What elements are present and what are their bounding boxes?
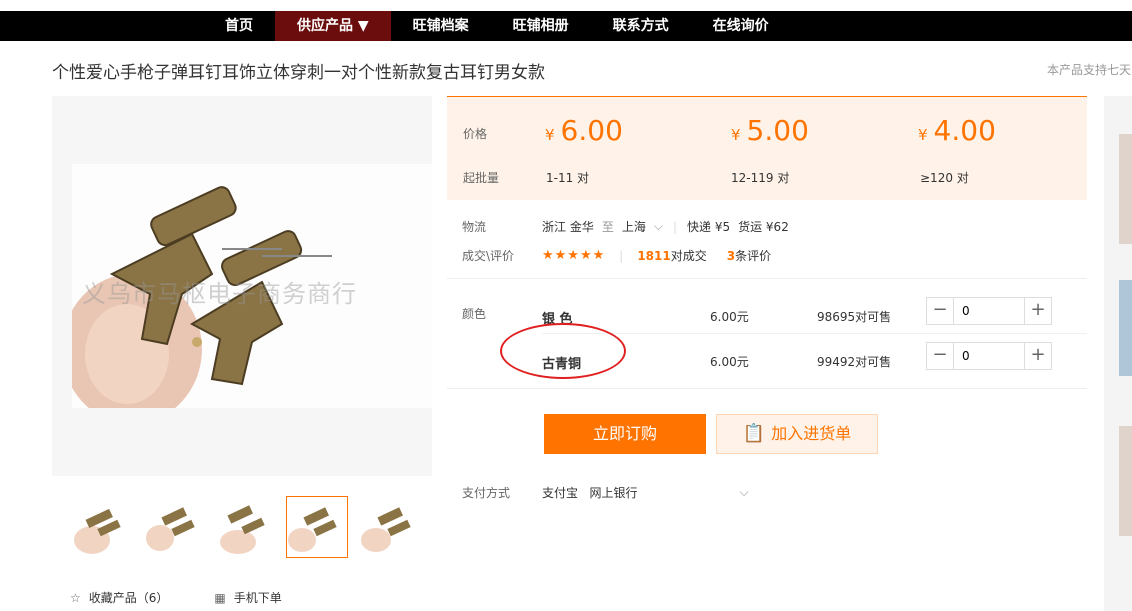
express-fee: 快递 ¥5: [687, 220, 731, 234]
review-suffix: 条评价: [735, 249, 772, 263]
color-label: 颜色: [462, 307, 487, 321]
ship-to[interactable]: 上海: [622, 218, 646, 235]
qty-tier-3: ≥120 对: [920, 171, 969, 185]
qty-tier-1: 1-11 对: [546, 171, 590, 185]
price-tier-2: ¥5.00: [731, 114, 809, 147]
nav-album[interactable]: 旺铺相册: [491, 11, 591, 41]
clipboard-icon: 📋: [742, 423, 766, 444]
payment-methods: 支付宝 网上银行: [542, 486, 638, 500]
product-gallery: 义乌市马枢电子商务商行: [52, 96, 432, 476]
logistics-label: 物流: [462, 220, 487, 234]
nav-home[interactable]: 首页: [203, 11, 275, 41]
product-title: 个性爱心手枪子弹耳钉耳饰立体穿刺一对个性新款复古耳钉男女款: [52, 63, 545, 83]
annotation-circle: [500, 323, 626, 379]
thumbnail-strip: [70, 496, 420, 558]
nav-contact[interactable]: 联系方式: [591, 11, 691, 41]
thumbnail-selected[interactable]: [286, 496, 348, 558]
ship-from: 浙江 金华: [542, 220, 594, 234]
chevron-down-icon[interactable]: ⌵: [654, 219, 663, 234]
chevron-down-icon[interactable]: ⌵: [739, 485, 748, 500]
sku-price: 6.00元: [710, 355, 749, 369]
related-thumb[interactable]: [1119, 426, 1132, 536]
deals-label: 成交\评价: [462, 249, 515, 263]
review-count[interactable]: 3: [727, 249, 735, 263]
price-box: 价格 起批量 ¥6.00 ¥5.00 ¥4.00 1-11 对 12-119 对…: [447, 96, 1087, 200]
sku-stock: 98695对可售: [817, 310, 892, 324]
buy-now-button[interactable]: 立即订购: [544, 414, 706, 454]
plus-button[interactable]: +: [1025, 298, 1051, 324]
thumbnail[interactable]: [70, 496, 132, 558]
min-qty-label: 起批量: [463, 171, 500, 185]
deals-row: 成交\评价 ★★★★★ | 1811 对成交 3 条评价: [462, 247, 771, 264]
favorite-bar: ☆ 收藏产品（6） ▦ 手机下单: [70, 589, 282, 606]
nav-inquiry[interactable]: 在线询价: [691, 11, 791, 41]
add-to-cart-button[interactable]: 📋 加入进货单: [716, 414, 878, 454]
sku-price: 6.00元: [710, 310, 749, 324]
nav-profile[interactable]: 旺铺档案: [391, 11, 491, 41]
rating-stars: ★★★★★: [542, 248, 606, 263]
thumbnail[interactable]: [142, 496, 204, 558]
mobile-order-link[interactable]: ▦ 手机下单: [214, 589, 281, 606]
top-nav-bar: 首页 供应产品 ▼ 旺铺档案 旺铺相册 联系方式 在线询价: [0, 11, 1132, 41]
deal-suffix: 对成交: [670, 249, 707, 263]
qty-tier-2: 12-119 对: [731, 171, 790, 185]
price-tier-3: ¥4.00: [918, 114, 996, 147]
price-tier-1: ¥6.00: [545, 114, 623, 147]
to-word: 至: [601, 220, 614, 234]
deal-count[interactable]: 1811: [637, 249, 670, 263]
nav-menu: 首页 供应产品 ▼ 旺铺档案 旺铺相册 联系方式 在线询价: [203, 11, 791, 41]
divider: |: [619, 248, 624, 263]
divider-line: [447, 278, 1087, 279]
related-products-strip: [1104, 96, 1132, 611]
minus-button[interactable]: −: [927, 298, 953, 324]
thumbnail[interactable]: [358, 496, 420, 558]
quantity-input[interactable]: [953, 343, 1025, 369]
star-outline-icon: ☆: [70, 591, 81, 605]
quantity-stepper: − +: [926, 342, 1052, 370]
quantity-stepper: − +: [926, 297, 1052, 325]
logistics-row: 物流 浙江 金华 至 上海 ⌵ | 快递 ¥5 货运 ¥62: [462, 218, 789, 235]
freight-fee: 货运 ¥62: [738, 220, 789, 234]
related-thumb[interactable]: [1119, 134, 1132, 244]
qrcode-icon: ▦: [214, 591, 226, 605]
price-label: 价格: [463, 127, 488, 141]
support-note: 本产品支持七天: [1047, 63, 1132, 77]
quantity-input[interactable]: [953, 298, 1025, 324]
payment-label: 支付方式: [462, 486, 511, 500]
main-product-image[interactable]: 义乌市马枢电子商务商行: [72, 164, 432, 408]
related-thumb[interactable]: [1119, 280, 1132, 376]
divider: |: [672, 219, 678, 234]
divider-line: [447, 388, 1087, 389]
nav-products[interactable]: 供应产品 ▼: [275, 11, 391, 41]
sku-divider: [542, 333, 1087, 334]
thumbnail[interactable]: [214, 496, 276, 558]
minus-button[interactable]: −: [927, 343, 953, 369]
payment-row: 支付方式 支付宝 网上银行 ⌵: [462, 484, 749, 501]
collect-product-link[interactable]: ☆ 收藏产品（6）: [70, 589, 168, 606]
plus-button[interactable]: +: [1025, 343, 1051, 369]
sku-stock: 99492对可售: [817, 355, 892, 369]
watermark-text: 义乌市马枢电子商务商行: [82, 280, 357, 308]
